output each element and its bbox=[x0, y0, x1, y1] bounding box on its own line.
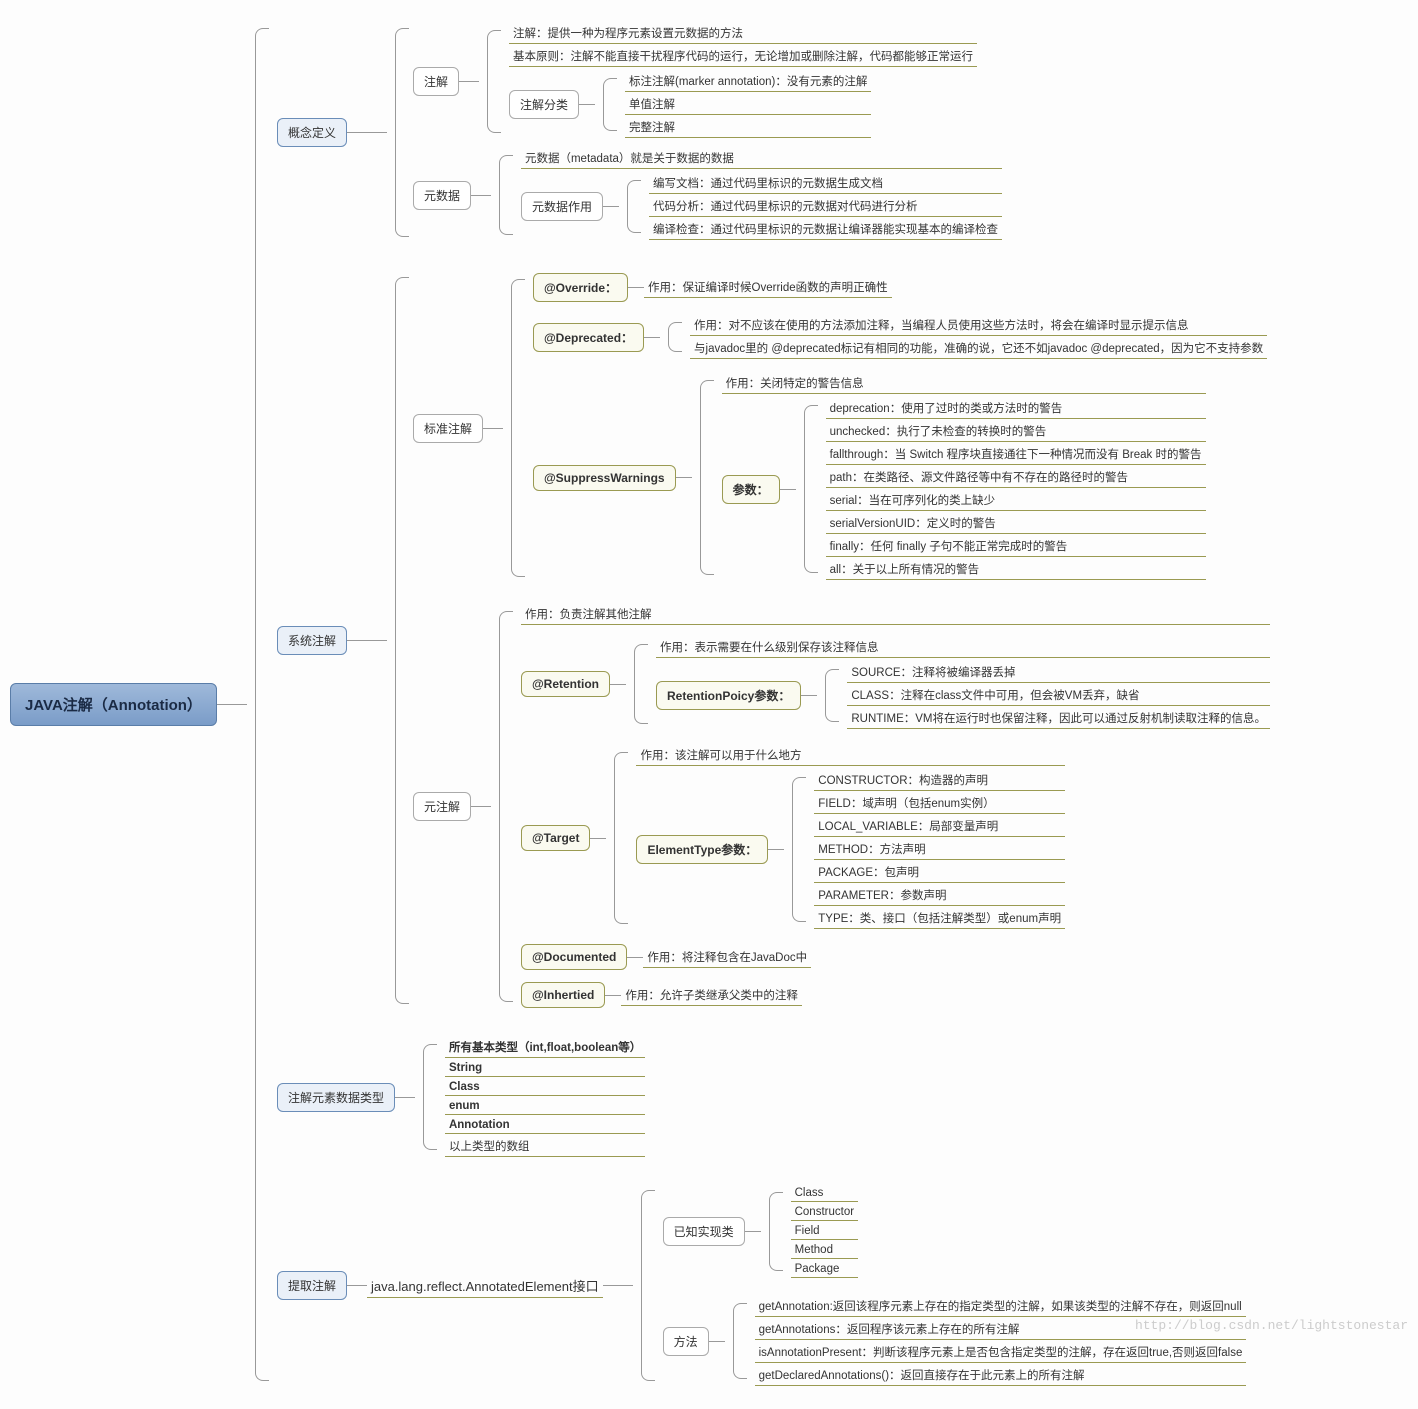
leaf: 完整注解 bbox=[625, 117, 871, 138]
leaf: path：在类路径、源文件路径等中有不存在的路径时的警告 bbox=[826, 467, 1206, 488]
root-node[interactable]: JAVA注解（Annotation） bbox=[10, 683, 217, 726]
leaf: 基本原则：注解不能直接干扰程序代码的运行，无论增加或删除注解，代码都能够正常运行 bbox=[509, 46, 977, 67]
node-methods[interactable]: 方法 bbox=[663, 1327, 709, 1356]
leaf: 单值注解 bbox=[625, 94, 871, 115]
leaf: deprecation：使用了过时的类或方法时的警告 bbox=[826, 398, 1206, 419]
branch-extract: 提取注解 java.lang.reflect.AnnotatedElement接… bbox=[277, 1182, 1270, 1389]
leaf: getAnnotation:返回该程序元素上存在的指定类型的注解，如果该类型的注… bbox=[755, 1296, 1247, 1317]
node-annotation[interactable]: 注解 bbox=[413, 67, 459, 96]
node-deprecated[interactable]: @Deprecated： bbox=[533, 323, 644, 352]
leaf: Constructor bbox=[791, 1204, 858, 1221]
node-datatypes[interactable]: 注解元素数据类型 bbox=[277, 1083, 395, 1112]
watermark: http://blog.csdn.net/lightstonestar bbox=[1135, 1318, 1408, 1333]
leaf: Method bbox=[791, 1242, 858, 1259]
leaf: Class bbox=[791, 1185, 858, 1202]
leaf: SOURCE：注释将被编译器丢掉 bbox=[847, 662, 1270, 683]
leaf: 作用：允许子类继承父类中的注释 bbox=[621, 985, 802, 1006]
leaf: fallthrough：当 Switch 程序块直接通往下一种情况而没有 Bre… bbox=[826, 444, 1206, 465]
node-extract[interactable]: 提取注解 bbox=[277, 1271, 347, 1300]
leaf: finally：任何 finally 子句不能正常完成时的警告 bbox=[826, 536, 1206, 557]
node-system[interactable]: 系统注解 bbox=[277, 626, 347, 655]
leaf: PACKAGE：包声明 bbox=[814, 862, 1065, 883]
leaf: PARAMETER：参数声明 bbox=[814, 885, 1065, 906]
leaf: 所有基本类型（int,float,boolean等） bbox=[445, 1037, 645, 1058]
node-inherited[interactable]: @Inhertied bbox=[521, 982, 605, 1008]
leaf: CLASS：注释在class文件中可用，但会被VM丢弃，缺省 bbox=[847, 685, 1270, 706]
node-concept[interactable]: 概念定义 bbox=[277, 118, 347, 147]
node-sw-params[interactable]: 参数： bbox=[722, 475, 780, 504]
node-meta[interactable]: 元注解 bbox=[413, 792, 471, 821]
leaf: all：关于以上所有情况的警告 bbox=[826, 559, 1206, 580]
node-retention-params[interactable]: RetentionPoicy参数： bbox=[656, 681, 801, 710]
leaf: Field bbox=[791, 1223, 858, 1240]
leaf: RUNTIME：VM将在运行时也保留注释，因此可以通过反射机制读取注释的信息。 bbox=[847, 708, 1270, 729]
leaf: 作用：该注解可以用于什么地方 bbox=[636, 745, 1065, 766]
leaf: 与javadoc里的 @deprecated标记有相同的功能，准确的说，它还不如… bbox=[690, 338, 1267, 359]
node-suppresswarnings[interactable]: @SuppressWarnings bbox=[533, 465, 676, 491]
leaf: serial：当在可序列化的类上缺少 bbox=[826, 490, 1206, 511]
leaf: 以上类型的数组 bbox=[445, 1136, 645, 1157]
leaf: 编译检查：通过代码里标识的元数据让编译器能实现基本的编译检查 bbox=[649, 219, 1002, 240]
leaf: TYPE：类、接口（包括注解类型）或enum声明 bbox=[814, 908, 1065, 929]
node-metadata-use[interactable]: 元数据作用 bbox=[521, 192, 603, 221]
leaf: Annotation bbox=[445, 1117, 645, 1134]
node-override[interactable]: @Override： bbox=[533, 273, 628, 302]
leaf: enum bbox=[445, 1098, 645, 1115]
leaf: 编写文档：通过代码里标识的元数据生成文档 bbox=[649, 173, 1002, 194]
node-target-params[interactable]: ElementType参数： bbox=[636, 835, 768, 864]
mindmap-root: JAVA注解（Annotation） 概念定义 注解 注解：提供一种为程序元素设… bbox=[10, 20, 1408, 1389]
leaf: LOCAL_VARIABLE：局部变量声明 bbox=[814, 816, 1065, 837]
node-target[interactable]: @Target bbox=[521, 825, 590, 851]
leaf: 作用：将注释包含在JavaDoc中 bbox=[643, 947, 811, 968]
leaf-interface: java.lang.reflect.AnnotatedElement接口 bbox=[367, 1274, 603, 1298]
leaf: 作用：表示需要在什么级别保存该注释信息 bbox=[656, 637, 1270, 658]
branch-datatypes: 注解元素数据类型 所有基本类型（int,float,boolean等） Stri… bbox=[277, 1036, 1270, 1158]
node-metadata[interactable]: 元数据 bbox=[413, 181, 471, 210]
leaf: unchecked：执行了未检查的转换时的警告 bbox=[826, 421, 1206, 442]
node-annotation-types[interactable]: 注解分类 bbox=[509, 90, 579, 119]
node-known-impl[interactable]: 已知实现类 bbox=[663, 1217, 745, 1246]
leaf: CONSTRUCTOR：构造器的声明 bbox=[814, 770, 1065, 791]
leaf: 作用：关闭特定的警告信息 bbox=[722, 373, 1206, 394]
leaf: 作用：负责注解其他注解 bbox=[521, 604, 1270, 625]
leaf: 代码分析：通过代码里标识的元数据对代码进行分析 bbox=[649, 196, 1002, 217]
leaf: FIELD：域声明（包括enum实例） bbox=[814, 793, 1065, 814]
node-standard[interactable]: 标准注解 bbox=[413, 414, 483, 443]
leaf: 注解：提供一种为程序元素设置元数据的方法 bbox=[509, 23, 977, 44]
leaf: 作用：保证编译时候Override函数的声明正确性 bbox=[644, 277, 892, 298]
node-retention[interactable]: @Retention bbox=[521, 671, 610, 697]
leaf: 作用：对不应该在使用的方法添加注释，当编程人员使用这些方法时，将会在编译时显示提… bbox=[690, 315, 1267, 336]
leaf: 标注注解(marker annotation)：没有元素的注解 bbox=[625, 71, 871, 92]
leaf: serialVersionUID：定义时的警告 bbox=[826, 513, 1206, 534]
leaf: getDeclaredAnnotations()：返回直接存在于此元素上的所有注… bbox=[755, 1365, 1247, 1386]
leaf: Class bbox=[445, 1079, 645, 1096]
leaf: isAnnotationPresent：判断该程序元素上是否包含指定类型的注解，… bbox=[755, 1342, 1247, 1363]
branch-system: 系统注解 标准注解 @Override： 作用：保证编译时候Override函数… bbox=[277, 269, 1270, 1012]
leaf: 元数据（metadata）就是关于数据的数据 bbox=[521, 148, 1002, 169]
leaf: String bbox=[445, 1060, 645, 1077]
leaf: METHOD：方法声明 bbox=[814, 839, 1065, 860]
branch-concept: 概念定义 注解 注解：提供一种为程序元素设置元数据的方法 基本原则：注解不能直接… bbox=[277, 20, 1270, 245]
node-documented[interactable]: @Documented bbox=[521, 944, 627, 970]
leaf: Package bbox=[791, 1261, 858, 1278]
